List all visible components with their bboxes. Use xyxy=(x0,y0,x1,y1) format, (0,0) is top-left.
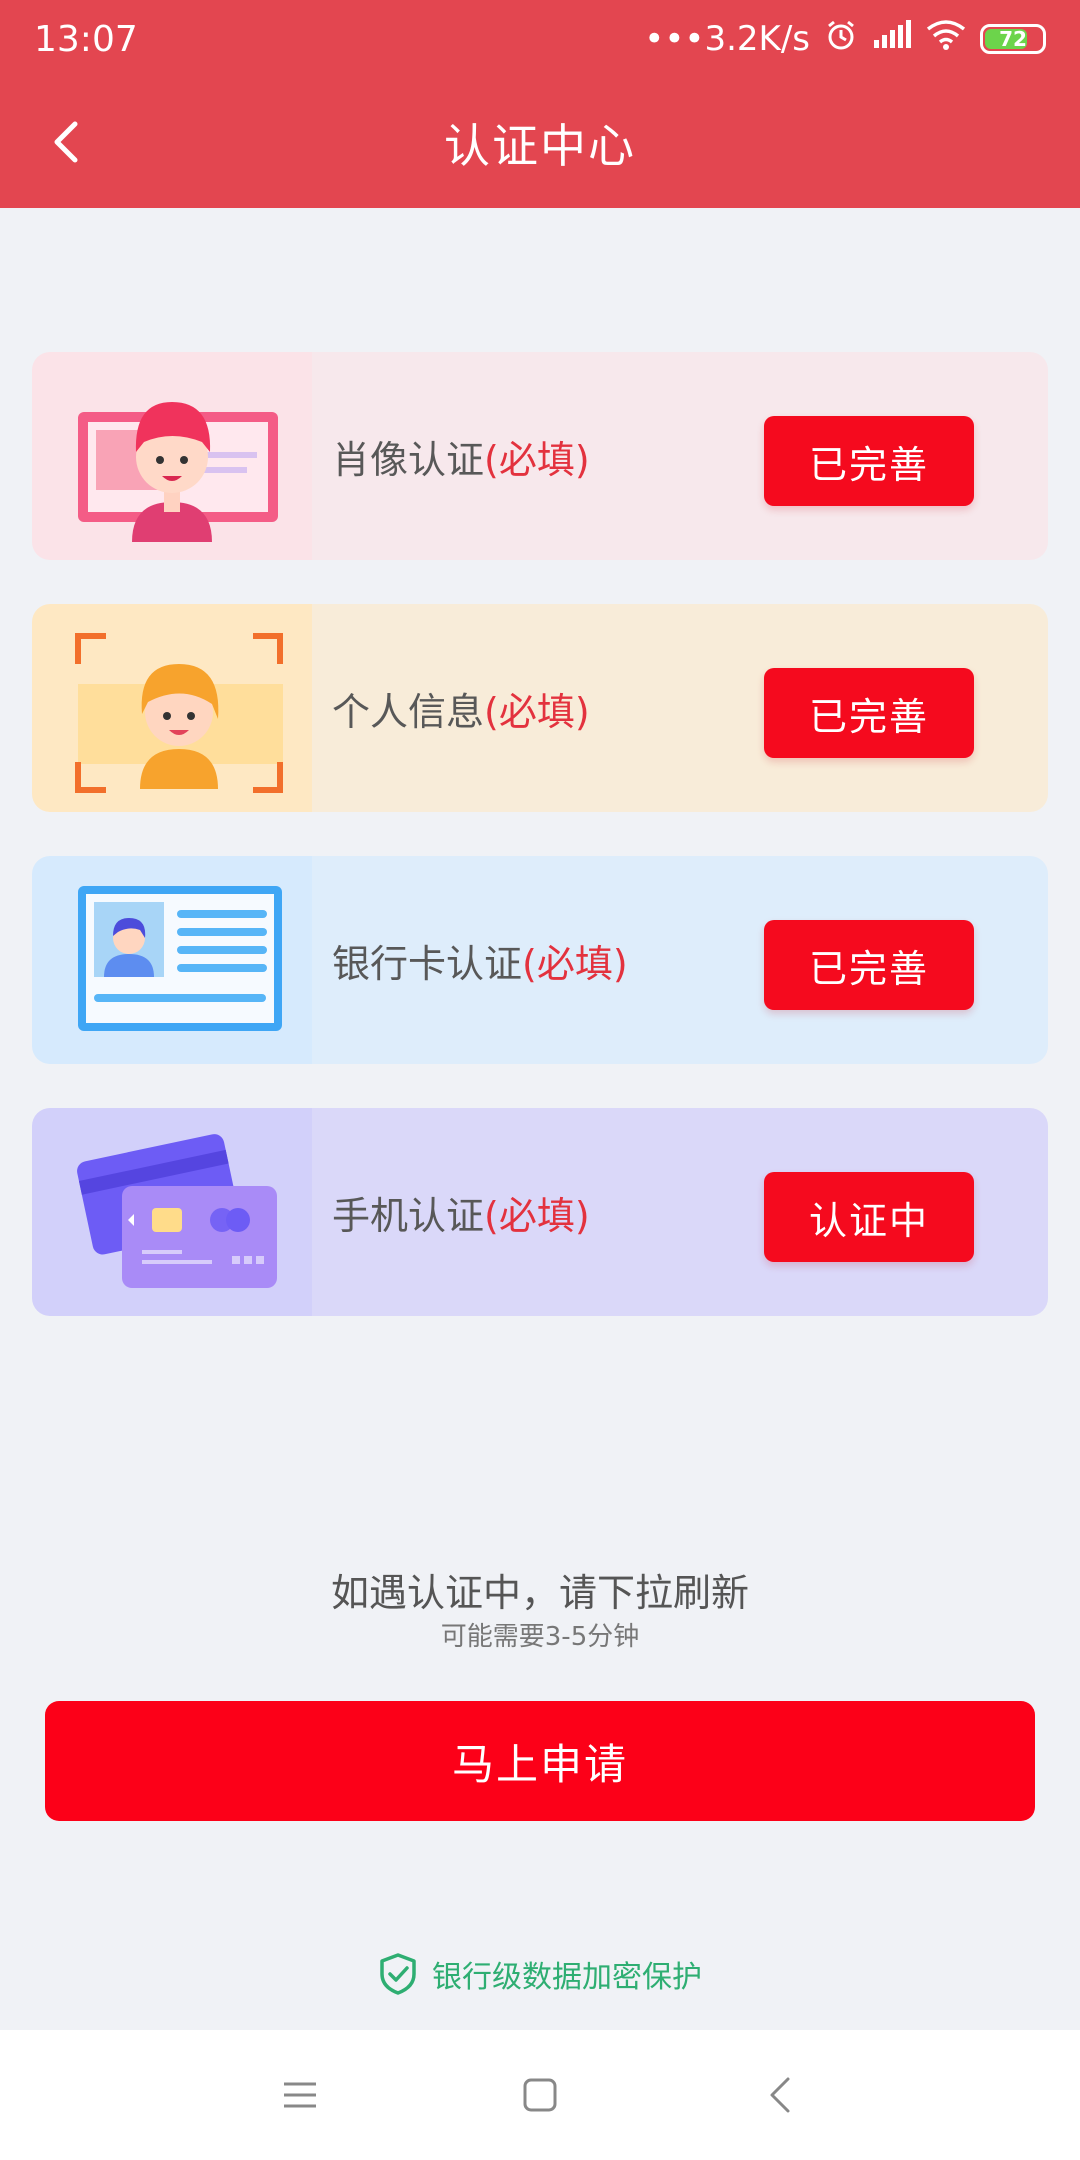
back-nav-icon[interactable] xyxy=(750,2065,810,2125)
id-card-icon xyxy=(72,876,292,1046)
auth-card-portrait[interactable]: 肖像认证 (必填) 已完善 xyxy=(32,352,1048,560)
card-title: 肖像认证 xyxy=(332,437,485,482)
header: 13:07 •••3.2K/s 72 认证中心 xyxy=(0,0,1080,208)
personal-info-icon xyxy=(72,624,292,794)
card-label: 肖像认证 (必填) xyxy=(332,352,590,560)
alarm-icon xyxy=(824,18,858,61)
card-label: 银行卡认证 (必填) xyxy=(332,856,628,1064)
card-title: 个人信息 xyxy=(332,689,485,734)
required-tag: (必填) xyxy=(522,941,628,986)
status-button[interactable]: 已完善 xyxy=(764,920,974,1010)
status-button[interactable]: 认证中 xyxy=(764,1172,974,1262)
wifi-icon xyxy=(926,19,966,60)
system-nav-bar xyxy=(0,2030,1080,2160)
battery-icon: 72 xyxy=(980,24,1046,54)
required-tag: (必填) xyxy=(484,437,590,482)
home-icon[interactable] xyxy=(510,2065,570,2125)
auth-card-bank-card[interactable]: 银行卡认证 (必填) 已完善 xyxy=(32,856,1048,1064)
auth-card-personal-info[interactable]: 个人信息 (必填) 已完善 xyxy=(32,604,1048,812)
page-title: 认证中心 xyxy=(444,119,636,173)
apply-now-button[interactable]: 马上申请 xyxy=(45,1701,1035,1821)
card-title: 手机认证 xyxy=(332,1193,485,1238)
nav-bar: 认证中心 xyxy=(0,78,1080,208)
card-label: 个人信息 (必填) xyxy=(332,604,590,812)
card-label: 手机认证 (必填) xyxy=(332,1108,590,1316)
shield-check-icon xyxy=(380,1953,416,1995)
auth-card-list: 肖像认证 (必填) 已完善 个人信息 (必填) 已完善 银行卡认证 (必填) 已… xyxy=(32,352,1048,1360)
back-button[interactable] xyxy=(30,106,102,178)
security-note: 银行级数据加密保护 xyxy=(0,1952,1080,1996)
required-tag: (必填) xyxy=(484,1193,590,1238)
status-button[interactable]: 已完善 xyxy=(764,416,974,506)
battery-level: 72 xyxy=(999,27,1027,51)
signal-icon xyxy=(872,19,912,59)
required-tag: (必填) xyxy=(484,689,590,734)
status-button[interactable]: 已完善 xyxy=(764,668,974,758)
status-bar: 13:07 •••3.2K/s 72 xyxy=(0,0,1080,78)
menu-icon[interactable] xyxy=(270,2065,330,2125)
portrait-icon xyxy=(72,372,292,542)
refresh-tip-sub: 可能需要3-5分钟 xyxy=(440,1622,640,1652)
credit-card-icon xyxy=(72,1128,292,1298)
status-time: 13:07 xyxy=(34,18,138,60)
auth-card-phone[interactable]: 手机认证 (必填) 认证中 xyxy=(32,1108,1048,1316)
network-speed: •••3.2K/s xyxy=(644,19,810,59)
back-icon xyxy=(54,121,78,163)
refresh-tip: 如遇认证中，请下拉刷新 xyxy=(330,1571,749,1615)
card-title: 银行卡认证 xyxy=(332,941,523,986)
security-text: 银行级数据加密保护 xyxy=(432,1960,702,1995)
status-icons: •••3.2K/s 72 xyxy=(644,18,1046,61)
